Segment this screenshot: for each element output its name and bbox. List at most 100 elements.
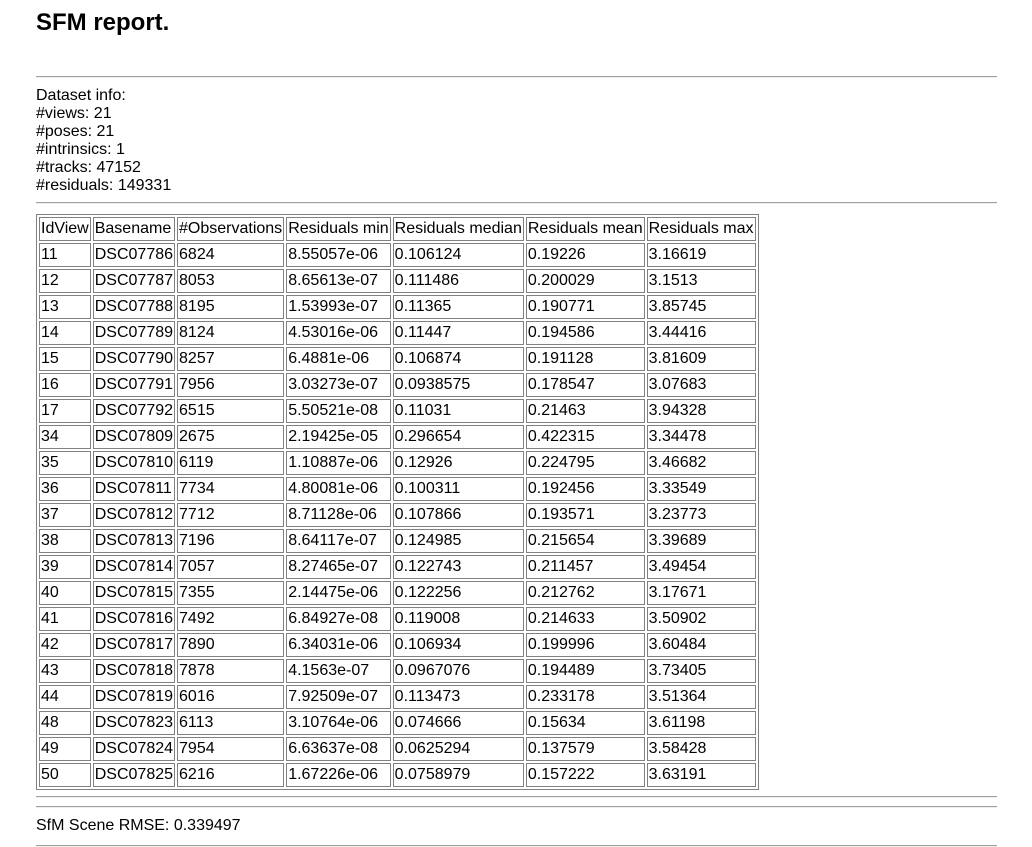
- cell-residuals-max: 3.39689: [646, 529, 756, 553]
- cell-idview: 43: [39, 659, 91, 683]
- cell-residuals-median: 0.0967076: [392, 659, 524, 683]
- cell-residuals-mean: 0.215654: [525, 529, 645, 553]
- cell-residuals-min: 1.53993e-07: [286, 295, 391, 319]
- cell-residuals-mean: 0.199996: [525, 633, 645, 657]
- cell-observations: 7878: [177, 659, 285, 683]
- cell-idview: 42: [39, 633, 91, 657]
- table-row: 16 DSC07791 7956 3.03273e-07 0.0938575 0.1785…: [39, 373, 756, 397]
- table-row: 39 DSC07814 7057 8.27465e-07 0.122743 0.21145…: [39, 555, 756, 579]
- cell-residuals-max: 3.34478: [646, 425, 756, 449]
- cell-basename: DSC07791: [92, 373, 176, 397]
- cell-residuals-median: 0.11365: [392, 295, 524, 319]
- table-row: 17 DSC07792 6515 5.50521e-08 0.11031 0.21463 3…: [39, 399, 756, 423]
- cell-residuals-mean: 0.211457: [525, 555, 645, 579]
- cell-residuals-max: 3.33549: [646, 477, 756, 501]
- cell-residuals-mean: 0.157222: [525, 763, 645, 787]
- cell-residuals-min: 6.63637e-08: [286, 737, 391, 761]
- cell-basename: DSC07813: [92, 529, 176, 553]
- cell-residuals-min: 3.03273e-07: [286, 373, 391, 397]
- cell-observations: 7492: [177, 607, 285, 631]
- cell-basename: DSC07789: [92, 321, 176, 345]
- cell-idview: 12: [39, 269, 91, 293]
- cell-residuals-min: 2.19425e-05: [286, 425, 391, 449]
- cell-basename: DSC07786: [92, 243, 176, 267]
- cell-idview: 34: [39, 425, 91, 449]
- cell-residuals-median: 0.106934: [392, 633, 524, 657]
- cell-residuals-min: 6.4881e-06: [286, 347, 391, 371]
- cell-idview: 37: [39, 503, 91, 527]
- cell-residuals-median: 0.0758979: [392, 763, 524, 787]
- table-row: 41 DSC07816 7492 6.84927e-08 0.119008 0.21463…: [39, 607, 756, 631]
- cell-residuals-max: 3.73405: [646, 659, 756, 683]
- cell-residuals-max: 3.63191: [646, 763, 756, 787]
- table-row: 42 DSC07817 7890 6.34031e-06 0.106934 0.19999…: [39, 633, 756, 657]
- intrinsics-count: #intrinsics: 1: [36, 141, 125, 158]
- table-row: 36 DSC07811 7734 4.80081e-06 0.100311 0.19245…: [39, 477, 756, 501]
- tracks-count: #tracks: 47152: [36, 159, 141, 176]
- table-row: 13 DSC07788 8195 1.53993e-07 0.11365 0.190771…: [39, 295, 756, 319]
- cell-idview: 17: [39, 399, 91, 423]
- cell-residuals-min: 8.71128e-06: [286, 503, 391, 527]
- cell-idview: 13: [39, 295, 91, 319]
- header-idview: IdView: [39, 217, 91, 241]
- cell-residuals-mean: 0.191128: [525, 347, 645, 371]
- cell-residuals-median: 0.106124: [392, 243, 524, 267]
- poses-count: #poses: 21: [36, 123, 115, 140]
- cell-residuals-max: 3.58428: [646, 737, 756, 761]
- cell-residuals-min: 5.50521e-08: [286, 399, 391, 423]
- cell-residuals-max: 3.44416: [646, 321, 756, 345]
- cell-basename: DSC07823: [92, 711, 176, 735]
- table-row: 34 DSC07809 2675 2.19425e-05 0.296654 0.42231…: [39, 425, 756, 449]
- cell-residuals-median: 0.124985: [392, 529, 524, 553]
- cell-idview: 38: [39, 529, 91, 553]
- header-residuals-mean: Residuals mean: [525, 217, 645, 241]
- table-row: 11 DSC07786 6824 8.55057e-06 0.106124 0.19226…: [39, 243, 756, 267]
- cell-residuals-median: 0.296654: [392, 425, 524, 449]
- cell-residuals-max: 3.17671: [646, 581, 756, 605]
- cell-basename: DSC07811: [92, 477, 176, 501]
- cell-basename: DSC07792: [92, 399, 176, 423]
- cell-residuals-max: 3.16619: [646, 243, 756, 267]
- cell-observations: 7057: [177, 555, 285, 579]
- cell-residuals-min: 4.80081e-06: [286, 477, 391, 501]
- cell-residuals-median: 0.122743: [392, 555, 524, 579]
- cell-residuals-max: 3.1513: [646, 269, 756, 293]
- cell-residuals-median: 0.12926: [392, 451, 524, 475]
- cell-residuals-mean: 0.233178: [525, 685, 645, 709]
- cell-residuals-max: 3.61198: [646, 711, 756, 735]
- report-page: SFM report. Dataset info: #views: 21 #po…: [36, 0, 997, 847]
- cell-residuals-min: 8.27465e-07: [286, 555, 391, 579]
- cell-observations: 7196: [177, 529, 285, 553]
- cell-observations: 6113: [177, 711, 285, 735]
- table-header-row: IdView Basename #Observations Residuals …: [39, 217, 756, 241]
- table-row: 35 DSC07810 6119 1.10887e-06 0.12926 0.224795…: [39, 451, 756, 475]
- cell-residuals-min: 3.10764e-06: [286, 711, 391, 735]
- cell-idview: 15: [39, 347, 91, 371]
- cell-basename: DSC07809: [92, 425, 176, 449]
- cell-residuals-mean: 0.192456: [525, 477, 645, 501]
- cell-observations: 6824: [177, 243, 285, 267]
- cell-residuals-min: 1.67226e-06: [286, 763, 391, 787]
- cell-observations: 8195: [177, 295, 285, 319]
- table-row: 40 DSC07815 7355 2.14475e-06 0.122256 0.21276…: [39, 581, 756, 605]
- cell-observations: 8124: [177, 321, 285, 345]
- cell-observations: 6515: [177, 399, 285, 423]
- dataset-info: Dataset info: #views: 21 #poses: 21 #int…: [36, 87, 997, 195]
- divider: [36, 76, 997, 78]
- cell-residuals-max: 3.60484: [646, 633, 756, 657]
- header-residuals-median: Residuals median: [392, 217, 524, 241]
- cell-residuals-mean: 0.193571: [525, 503, 645, 527]
- cell-idview: 35: [39, 451, 91, 475]
- divider: [36, 796, 997, 798]
- cell-residuals-median: 0.074666: [392, 711, 524, 735]
- cell-basename: DSC07819: [92, 685, 176, 709]
- cell-observations: 7956: [177, 373, 285, 397]
- cell-residuals-mean: 0.190771: [525, 295, 645, 319]
- cell-residuals-min: 4.1563e-07: [286, 659, 391, 683]
- cell-residuals-min: 8.55057e-06: [286, 243, 391, 267]
- cell-residuals-median: 0.11031: [392, 399, 524, 423]
- cell-basename: DSC07825: [92, 763, 176, 787]
- cell-residuals-median: 0.111486: [392, 269, 524, 293]
- cell-residuals-mean: 0.214633: [525, 607, 645, 631]
- cell-residuals-median: 0.113473: [392, 685, 524, 709]
